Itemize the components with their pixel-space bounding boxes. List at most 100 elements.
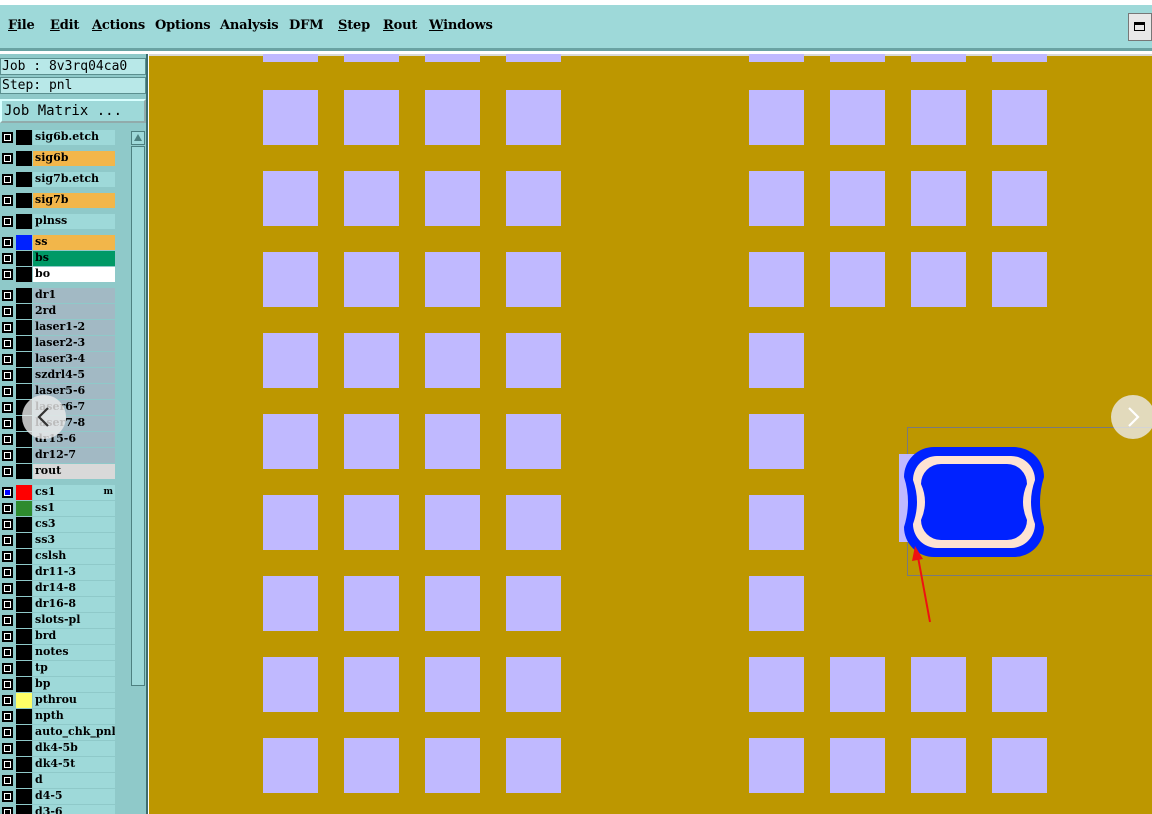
layer-row[interactable]: ss3 xyxy=(0,533,116,548)
layer-name[interactable]: laser3-4 xyxy=(33,352,115,367)
layer-name[interactable]: pthrou xyxy=(33,693,115,708)
layer-color-swatch[interactable] xyxy=(16,151,32,166)
layer-name[interactable]: laser2-3 xyxy=(33,336,115,351)
layer-name[interactable]: sig7b xyxy=(33,193,115,208)
layer-color-swatch[interactable] xyxy=(16,533,32,548)
layer-color-swatch[interactable] xyxy=(16,368,32,383)
layer-name[interactable]: bo xyxy=(33,267,115,282)
layer-color-swatch[interactable] xyxy=(16,725,32,740)
layer-row[interactable]: dr12-7 xyxy=(0,448,116,463)
layer-name[interactable]: d4-5 xyxy=(33,789,115,804)
layer-name[interactable]: ss xyxy=(33,235,115,250)
layer-row[interactable]: sig7b.etch xyxy=(0,172,116,187)
layer-checkbox[interactable] xyxy=(2,791,13,802)
layer-row[interactable]: sig7b xyxy=(0,193,116,208)
layer-checkbox[interactable] xyxy=(2,807,13,814)
layer-row[interactable]: laser2-3 xyxy=(0,336,116,351)
layer-checkbox[interactable] xyxy=(2,253,13,264)
layer-checkbox[interactable] xyxy=(2,647,13,658)
layer-color-swatch[interactable] xyxy=(16,267,32,282)
layer-checkbox[interactable] xyxy=(2,418,13,429)
layer-color-swatch[interactable] xyxy=(16,757,32,772)
layer-checkbox[interactable] xyxy=(2,519,13,530)
layer-color-swatch[interactable] xyxy=(16,304,32,319)
layer-row[interactable]: plnss xyxy=(0,214,116,229)
layer-checkbox[interactable] xyxy=(2,354,13,365)
layer-checkbox[interactable] xyxy=(2,503,13,514)
layer-name[interactable]: sig6b xyxy=(33,151,115,166)
layer-name[interactable]: 2rd xyxy=(33,304,115,319)
layer-checkbox[interactable] xyxy=(2,237,13,248)
layer-checkbox[interactable] xyxy=(2,743,13,754)
layer-row[interactable]: dr16-8 xyxy=(0,597,116,612)
layer-row[interactable]: d xyxy=(0,773,116,788)
layer-checkbox[interactable] xyxy=(2,386,13,397)
layer-checkbox[interactable] xyxy=(2,535,13,546)
scrollbar-thumb[interactable] xyxy=(131,146,145,686)
layer-row[interactable]: pthrou xyxy=(0,693,116,708)
board-view[interactable] xyxy=(149,54,1152,814)
layer-checkbox[interactable] xyxy=(2,631,13,642)
layer-name[interactable]: sig7b.etch xyxy=(33,172,115,187)
layer-name[interactable]: cs1 m xyxy=(33,485,115,500)
layer-color-swatch[interactable] xyxy=(16,789,32,804)
menu-dfm[interactable]: DFM xyxy=(289,18,323,33)
layer-color-swatch[interactable] xyxy=(16,352,32,367)
menu-step[interactable]: Step xyxy=(338,18,370,33)
layer-color-swatch[interactable] xyxy=(16,645,32,660)
layer-name[interactable]: dr16-8 xyxy=(33,597,115,612)
layer-checkbox[interactable] xyxy=(2,370,13,381)
layer-color-swatch[interactable] xyxy=(16,485,32,500)
layer-row[interactable]: dr14-8 xyxy=(0,581,116,596)
layer-color-swatch[interactable] xyxy=(16,549,32,564)
layer-checkbox[interactable] xyxy=(2,269,13,280)
job-matrix-button[interactable]: Job Matrix ... xyxy=(0,99,146,123)
graphic-canvas[interactable] xyxy=(149,54,1152,814)
layer-name[interactable]: plnss xyxy=(33,214,115,229)
layer-checkbox[interactable] xyxy=(2,402,13,413)
menu-windows[interactable]: Windows xyxy=(429,18,493,33)
layer-checkbox[interactable] xyxy=(2,434,13,445)
layer-color-swatch[interactable] xyxy=(16,773,32,788)
layer-row[interactable]: dk4-5b xyxy=(0,741,116,756)
layer-checkbox[interactable] xyxy=(2,583,13,594)
layer-checkbox[interactable] xyxy=(2,450,13,461)
next-image-button[interactable] xyxy=(1111,395,1152,439)
layer-name[interactable]: brd xyxy=(33,629,115,644)
scroll-up-arrow-icon[interactable] xyxy=(131,131,145,145)
layer-name[interactable]: bs xyxy=(33,251,115,266)
layer-name[interactable]: d3-6 xyxy=(33,805,115,814)
layer-checkbox[interactable] xyxy=(2,153,13,164)
layer-color-swatch[interactable] xyxy=(16,172,32,187)
layer-row[interactable]: szdrl4-5 xyxy=(0,368,116,383)
layer-checkbox[interactable] xyxy=(2,759,13,770)
layer-color-swatch[interactable] xyxy=(16,501,32,516)
layer-row[interactable]: laser3-4 xyxy=(0,352,116,367)
layer-checkbox[interactable] xyxy=(2,695,13,706)
layer-checkbox[interactable] xyxy=(2,551,13,562)
layer-row[interactable]: slots-pl xyxy=(0,613,116,628)
layer-row[interactable]: ss1 xyxy=(0,501,116,516)
layer-checkbox[interactable] xyxy=(2,306,13,317)
layer-row[interactable]: cs1 m xyxy=(0,485,116,500)
layer-color-swatch[interactable] xyxy=(16,517,32,532)
layer-checkbox[interactable] xyxy=(2,663,13,674)
previous-image-button[interactable] xyxy=(22,395,66,439)
layer-row[interactable]: ss xyxy=(0,235,116,250)
layer-row[interactable]: brd xyxy=(0,629,116,644)
layer-checkbox[interactable] xyxy=(2,775,13,786)
layer-row[interactable]: dk4-5t xyxy=(0,757,116,772)
layer-name[interactable]: npth xyxy=(33,709,115,724)
layer-name[interactable]: dr11-3 xyxy=(33,565,115,580)
layer-color-swatch[interactable] xyxy=(16,130,32,145)
layer-row[interactable]: cslsh xyxy=(0,549,116,564)
layer-checkbox[interactable] xyxy=(2,195,13,206)
layer-name[interactable]: cslsh xyxy=(33,549,115,564)
layer-color-swatch[interactable] xyxy=(16,805,32,814)
layer-name[interactable]: notes xyxy=(33,645,115,660)
layer-name[interactable]: dk4-5b xyxy=(33,741,115,756)
layer-color-swatch[interactable] xyxy=(16,597,32,612)
layer-row[interactable]: sig6b xyxy=(0,151,116,166)
layer-color-swatch[interactable] xyxy=(16,251,32,266)
menu-options[interactable]: Options xyxy=(155,18,211,33)
